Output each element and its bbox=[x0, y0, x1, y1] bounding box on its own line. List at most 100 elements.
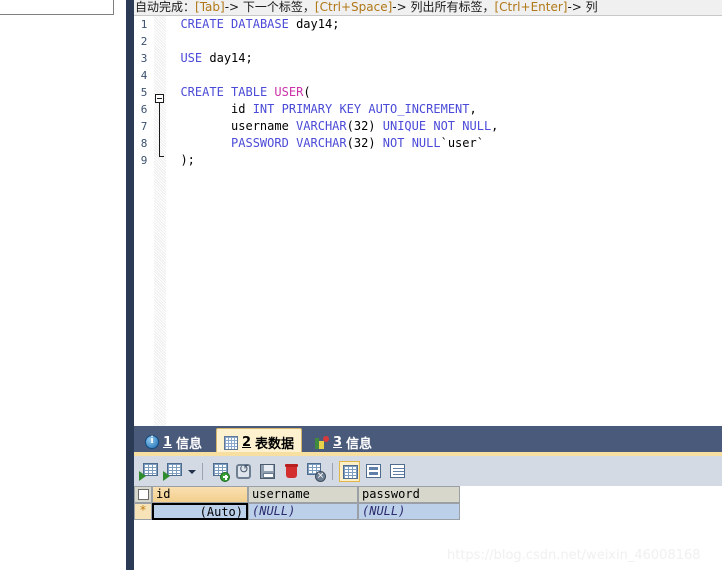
fold-range-end bbox=[159, 156, 164, 157]
result-tab-number: 2 bbox=[242, 435, 252, 450]
form-view-button[interactable] bbox=[363, 461, 384, 482]
code-line[interactable] bbox=[166, 33, 722, 50]
hint-key-ctrlspace: [Ctrl+Space] bbox=[314, 0, 393, 14]
code-token: VARCHAR bbox=[296, 136, 347, 150]
hint-arrow-3: -> bbox=[567, 0, 586, 14]
text-view-button[interactable] bbox=[387, 461, 408, 482]
grid-cell-username[interactable]: (NULL) bbox=[248, 503, 358, 520]
save-record-button[interactable] bbox=[257, 461, 278, 482]
code-token: day14; bbox=[202, 51, 253, 65]
code-token: NULL bbox=[411, 136, 441, 150]
fold-range-line bbox=[159, 103, 160, 157]
hint-key-tab: [Tab] bbox=[195, 0, 225, 14]
apply-filter-button[interactable] bbox=[139, 461, 160, 482]
floppy-save-icon bbox=[260, 463, 275, 479]
line-number: 8 bbox=[140, 137, 148, 150]
code-token: username bbox=[166, 119, 297, 133]
code-token: ( bbox=[303, 85, 311, 99]
grid-view-icon bbox=[343, 464, 358, 479]
toolbar-separator bbox=[202, 462, 203, 480]
hint-key-ctrlenter: [Ctrl+Enter] bbox=[494, 0, 568, 14]
column-header-password[interactable]: password bbox=[358, 486, 460, 503]
code-token: DATABASE bbox=[231, 17, 289, 31]
code-token: , bbox=[469, 102, 477, 116]
code-token: (32) bbox=[346, 119, 383, 133]
cancel-badge-icon: × bbox=[315, 470, 326, 482]
grid-cell-password[interactable]: (NULL) bbox=[358, 503, 460, 520]
undo-icon bbox=[236, 462, 251, 479]
code-line[interactable] bbox=[166, 67, 722, 84]
code-line[interactable]: username VARCHAR(32) UNIQUE NOT NULL, bbox=[166, 118, 722, 135]
code-token: USE bbox=[180, 51, 203, 65]
code-folding-column[interactable] bbox=[154, 16, 166, 426]
refresh-record-button[interactable] bbox=[233, 461, 254, 482]
autocomplete-hint-bar: 自动完成：[Tab]-> 下一个标签，[Ctrl+Space]-> 列出所有标签… bbox=[134, 0, 722, 16]
hint-text-2: 列出所有标签， bbox=[410, 0, 495, 14]
code-token: PASSWORD bbox=[231, 136, 289, 150]
add-record-button[interactable] bbox=[209, 461, 230, 482]
code-line[interactable]: CREATE TABLE USER( bbox=[166, 84, 722, 101]
select-all-checkbox[interactable] bbox=[134, 486, 152, 503]
grid-toolbar: × bbox=[134, 456, 722, 486]
collapse-fold-icon[interactable] bbox=[155, 94, 164, 103]
line-number-gutter: 1 2 3 4 5 6 7 8 9 bbox=[134, 16, 154, 426]
result-tab-bar: 1信息2表数据3信息 bbox=[134, 426, 722, 456]
hint-arrow-1: -> bbox=[224, 0, 243, 14]
grid-view-button[interactable] bbox=[339, 460, 360, 482]
result-tab-label: 信息 bbox=[346, 436, 373, 452]
code-line[interactable]: USE day14; bbox=[166, 50, 722, 67]
code-token: UNIQUE bbox=[382, 119, 427, 133]
code-line[interactable]: PASSWORD VARCHAR(32) NOT NULL`user` bbox=[166, 135, 722, 152]
grid-icon bbox=[224, 435, 238, 450]
code-token: CREATE bbox=[180, 17, 224, 31]
code-token: ); bbox=[166, 153, 195, 167]
sql-code-text[interactable]: CREATE DATABASE day14; USE day14; CREATE… bbox=[166, 16, 722, 426]
column-header-id[interactable]: id bbox=[152, 486, 248, 503]
code-token: , bbox=[491, 119, 499, 133]
line-number: 4 bbox=[140, 69, 148, 82]
table-row[interactable]: * (Auto) (NULL) (NULL) bbox=[134, 503, 460, 520]
code-token: TABLE bbox=[231, 85, 268, 99]
result-tab-label: 表数据 bbox=[255, 437, 295, 452]
chart-icon bbox=[315, 435, 329, 449]
vertical-splitter-bar[interactable] bbox=[126, 0, 134, 570]
hint-text-3: 列 bbox=[585, 0, 598, 14]
new-row-marker[interactable]: * bbox=[134, 503, 152, 520]
left-workspace-pane bbox=[0, 0, 126, 570]
line-number: 3 bbox=[140, 52, 148, 65]
code-token: CREATE bbox=[180, 85, 224, 99]
result-tab-number: 3 bbox=[333, 434, 343, 450]
delete-record-button[interactable] bbox=[281, 461, 302, 482]
table-data-grid[interactable]: id username password * (Auto) (NULL) (NULL) bbox=[134, 486, 460, 520]
hint-prefix: 自动完成： bbox=[135, 0, 196, 14]
code-line[interactable]: ); bbox=[166, 152, 722, 169]
grid-header-row: id username password bbox=[134, 486, 460, 503]
code-token: AUTO_INCREMENT bbox=[368, 102, 470, 116]
code-token: (32) bbox=[346, 136, 383, 150]
sql-editor[interactable]: 1 2 3 4 5 6 7 8 9 CREATE DATABASE day14; USE day… bbox=[134, 16, 722, 426]
code-line[interactable]: CREATE DATABASE day14; bbox=[166, 16, 722, 33]
plus-icon bbox=[220, 471, 230, 482]
cancel-edit-button[interactable]: × bbox=[305, 461, 326, 482]
code-line[interactable]: id INT PRIMARY KEY AUTO_INCREMENT, bbox=[166, 101, 722, 118]
result-tab-2[interactable]: 2 表数据 bbox=[216, 428, 303, 456]
hint-arrow-2: -> bbox=[392, 0, 411, 14]
green-arrow-icon bbox=[139, 470, 146, 481]
line-number: 7 bbox=[140, 120, 148, 133]
result-tab-1[interactable]: 1信息 bbox=[138, 428, 209, 456]
grid-cell-id[interactable]: (Auto) bbox=[152, 503, 248, 520]
filter-options-button[interactable] bbox=[163, 461, 184, 482]
column-header-username[interactable]: username bbox=[248, 486, 358, 503]
code-token: INT bbox=[252, 102, 275, 116]
asterisk-icon: * bbox=[139, 503, 147, 517]
result-tab-3[interactable]: 3 信息 bbox=[308, 428, 379, 456]
chevron-down-icon[interactable] bbox=[187, 461, 196, 482]
code-token: `user` bbox=[440, 136, 484, 150]
